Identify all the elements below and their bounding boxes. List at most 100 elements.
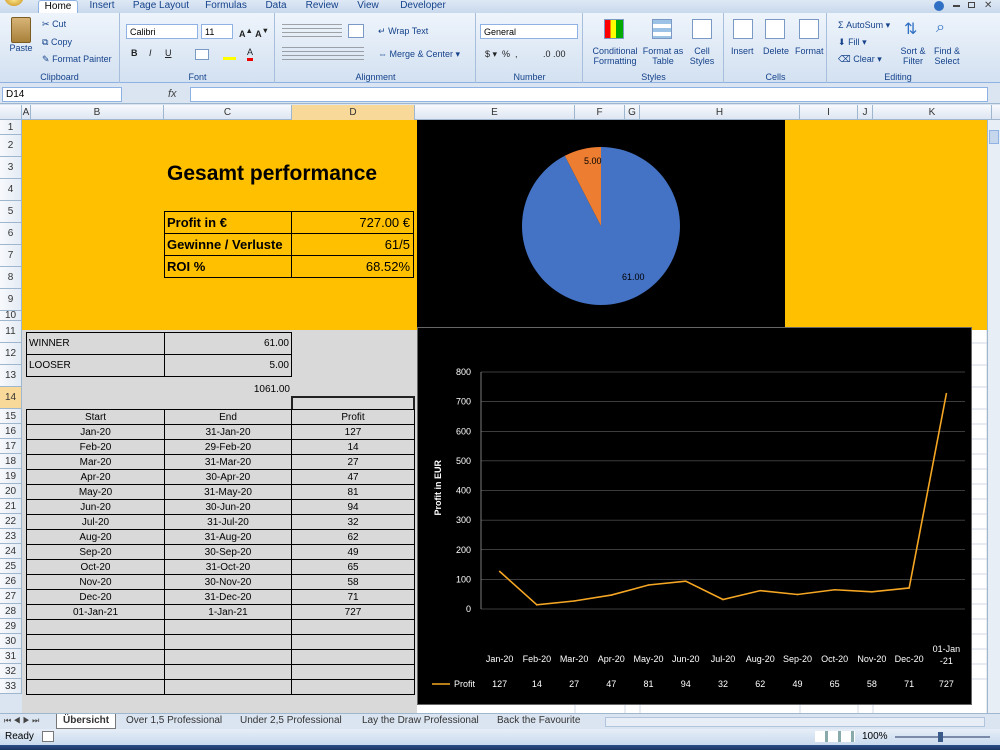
font-name-select[interactable]: Calibri <box>126 24 198 39</box>
row-header-5[interactable]: 5 <box>0 201 22 223</box>
column-header-k[interactable]: K <box>873 105 992 120</box>
row-header-9[interactable]: 9 <box>0 289 22 311</box>
cut-button[interactable]: ✂ Cut <box>42 19 66 30</box>
table-cell[interactable]: 01-Jan-21 <box>26 604 165 620</box>
row-header-32[interactable]: 32 <box>0 664 22 679</box>
table-empty-cell[interactable] <box>26 679 165 695</box>
minimize-icon[interactable] <box>953 5 960 7</box>
table-cell[interactable]: Jun-20 <box>26 499 165 515</box>
table-empty-cell[interactable] <box>26 649 165 665</box>
row-header-21[interactable]: 21 <box>0 499 22 514</box>
table-cell[interactable]: 27 <box>291 454 415 470</box>
table-cell[interactable]: Aug-20 <box>26 529 165 545</box>
column-header-g[interactable]: G <box>625 105 640 120</box>
row-header-30[interactable]: 30 <box>0 634 22 649</box>
currency-icon[interactable]: $ ▾ % , <box>485 49 518 60</box>
table-cell[interactable]: 31-Jan-20 <box>164 424 292 440</box>
sheet-tab-under25[interactable]: Under 2,5 Professional <box>234 714 348 729</box>
table-cell[interactable]: Jan-20 <box>26 424 165 440</box>
table-cell[interactable]: 31-May-20 <box>164 484 292 500</box>
sheet-tab-back-the-favourite[interactable]: Back the Favourite <box>491 714 586 729</box>
pie-chart[interactable]: 61.00 5.00 <box>417 120 785 330</box>
profit-value[interactable]: 727.00 € <box>291 211 414 234</box>
zoom-level[interactable]: 100% <box>862 731 888 742</box>
table-empty-cell[interactable] <box>26 619 165 635</box>
table-cell[interactable]: 71 <box>291 589 415 605</box>
orientation-icon[interactable] <box>348 24 364 38</box>
table-cell[interactable]: Mar-20 <box>26 454 165 470</box>
tab-data[interactable]: Data <box>258 0 294 13</box>
table-empty-cell[interactable] <box>164 634 292 650</box>
column-header-d[interactable]: D <box>292 105 415 120</box>
tab-page-layout[interactable]: Page Layout <box>128 0 194 13</box>
font-size-select[interactable]: 11 <box>201 24 233 39</box>
row-header-10[interactable]: 10 <box>0 311 22 321</box>
row-header-1[interactable]: 1 <box>0 120 22 135</box>
table-cell[interactable]: Feb-20 <box>26 439 165 455</box>
italic-icon[interactable]: I <box>149 48 152 59</box>
table-empty-cell[interactable] <box>164 679 292 695</box>
row-header-6[interactable]: 6 <box>0 223 22 245</box>
format-as-table-button[interactable]: Format as Table <box>642 46 684 66</box>
gv-label[interactable]: Gewinne / Verluste <box>164 233 292 256</box>
column-header-a[interactable]: A <box>22 105 31 120</box>
table-empty-cell[interactable] <box>164 619 292 635</box>
table-cell[interactable]: 127 <box>291 424 415 440</box>
total-value[interactable]: 1061.00 <box>164 382 290 397</box>
tab-developer[interactable]: Developer <box>392 0 454 13</box>
row-header-7[interactable]: 7 <box>0 245 22 267</box>
underline-icon[interactable]: U <box>165 48 172 59</box>
bold-icon[interactable]: B <box>131 48 138 59</box>
merge-center-button[interactable]: ⇔ Merge & Center ▾ <box>378 49 460 60</box>
row-header-12[interactable]: 12 <box>0 343 22 365</box>
format-painter-button[interactable]: ✎ Format Painter <box>42 54 112 65</box>
insert-cells-button[interactable]: Insert <box>731 46 754 57</box>
row-header-16[interactable]: 16 <box>0 424 22 439</box>
copy-button[interactable]: ⧉ Copy <box>42 37 72 48</box>
tab-formulas[interactable]: Formulas <box>200 0 252 13</box>
table-empty-cell[interactable] <box>291 664 415 680</box>
column-header-e[interactable]: E <box>415 105 575 120</box>
roi-value[interactable]: 68.52% <box>291 255 414 278</box>
table-header-start[interactable]: Start <box>26 409 165 425</box>
row-header-25[interactable]: 25 <box>0 559 22 574</box>
looser-value[interactable]: 5.00 <box>164 354 292 377</box>
conditional-formatting-button[interactable]: Conditional Formatting <box>586 46 644 66</box>
row-header-13[interactable]: 13 <box>0 365 22 387</box>
fill-button[interactable]: ⬇ Fill ▾ <box>838 37 867 48</box>
tab-scroll-arrows-icon[interactable]: ⏮ ◀ ▶ ⏭ <box>4 716 39 726</box>
row-header-28[interactable]: 28 <box>0 604 22 619</box>
row-header-15[interactable]: 15 <box>0 409 22 424</box>
worksheet[interactable]: Gesamt performance Profit in € 727.00 € … <box>22 120 987 715</box>
table-cell[interactable]: 32 <box>291 514 415 530</box>
formula-input[interactable] <box>190 87 988 102</box>
autosum-button[interactable]: Σ AutoSum ▾ <box>838 20 890 31</box>
delete-cells-button[interactable]: Delete <box>763 46 789 57</box>
table-cell[interactable]: 30-Apr-20 <box>164 469 292 485</box>
table-cell[interactable]: Jul-20 <box>26 514 165 530</box>
close-icon[interactable]: ✕ <box>984 0 992 11</box>
row-header-33[interactable]: 33 <box>0 679 22 694</box>
roi-label[interactable]: ROI % <box>164 255 292 278</box>
sheet-tab-lay-the-draw[interactable]: Lay the Draw Professional <box>356 714 485 729</box>
tab-insert[interactable]: Insert <box>82 0 122 13</box>
paste-button[interactable]: Paste <box>6 17 36 73</box>
row-header-23[interactable]: 23 <box>0 529 22 544</box>
fx-icon[interactable]: fx <box>168 88 177 100</box>
row-header-26[interactable]: 26 <box>0 574 22 589</box>
table-cell[interactable]: Oct-20 <box>26 559 165 575</box>
table-cell[interactable]: 31-Aug-20 <box>164 529 292 545</box>
row-header-14[interactable]: 14 <box>0 387 22 409</box>
line-chart[interactable]: 0 100 200 300 400 500 600 700 800 Profit in EUR Ja… <box>417 327 972 705</box>
view-buttons-icon[interactable] <box>815 731 855 742</box>
row-header-19[interactable]: 19 <box>0 469 22 484</box>
column-header-h[interactable]: H <box>640 105 800 120</box>
table-cell[interactable]: 58 <box>291 574 415 590</box>
table-cell[interactable]: Nov-20 <box>26 574 165 590</box>
vertical-scrollbar[interactable] <box>987 120 1000 713</box>
table-cell[interactable]: 727 <box>291 604 415 620</box>
winner-value[interactable]: 61.00 <box>164 332 292 355</box>
table-cell[interactable]: Sep-20 <box>26 544 165 560</box>
table-cell[interactable]: 94 <box>291 499 415 515</box>
table-cell[interactable]: 31-Mar-20 <box>164 454 292 470</box>
